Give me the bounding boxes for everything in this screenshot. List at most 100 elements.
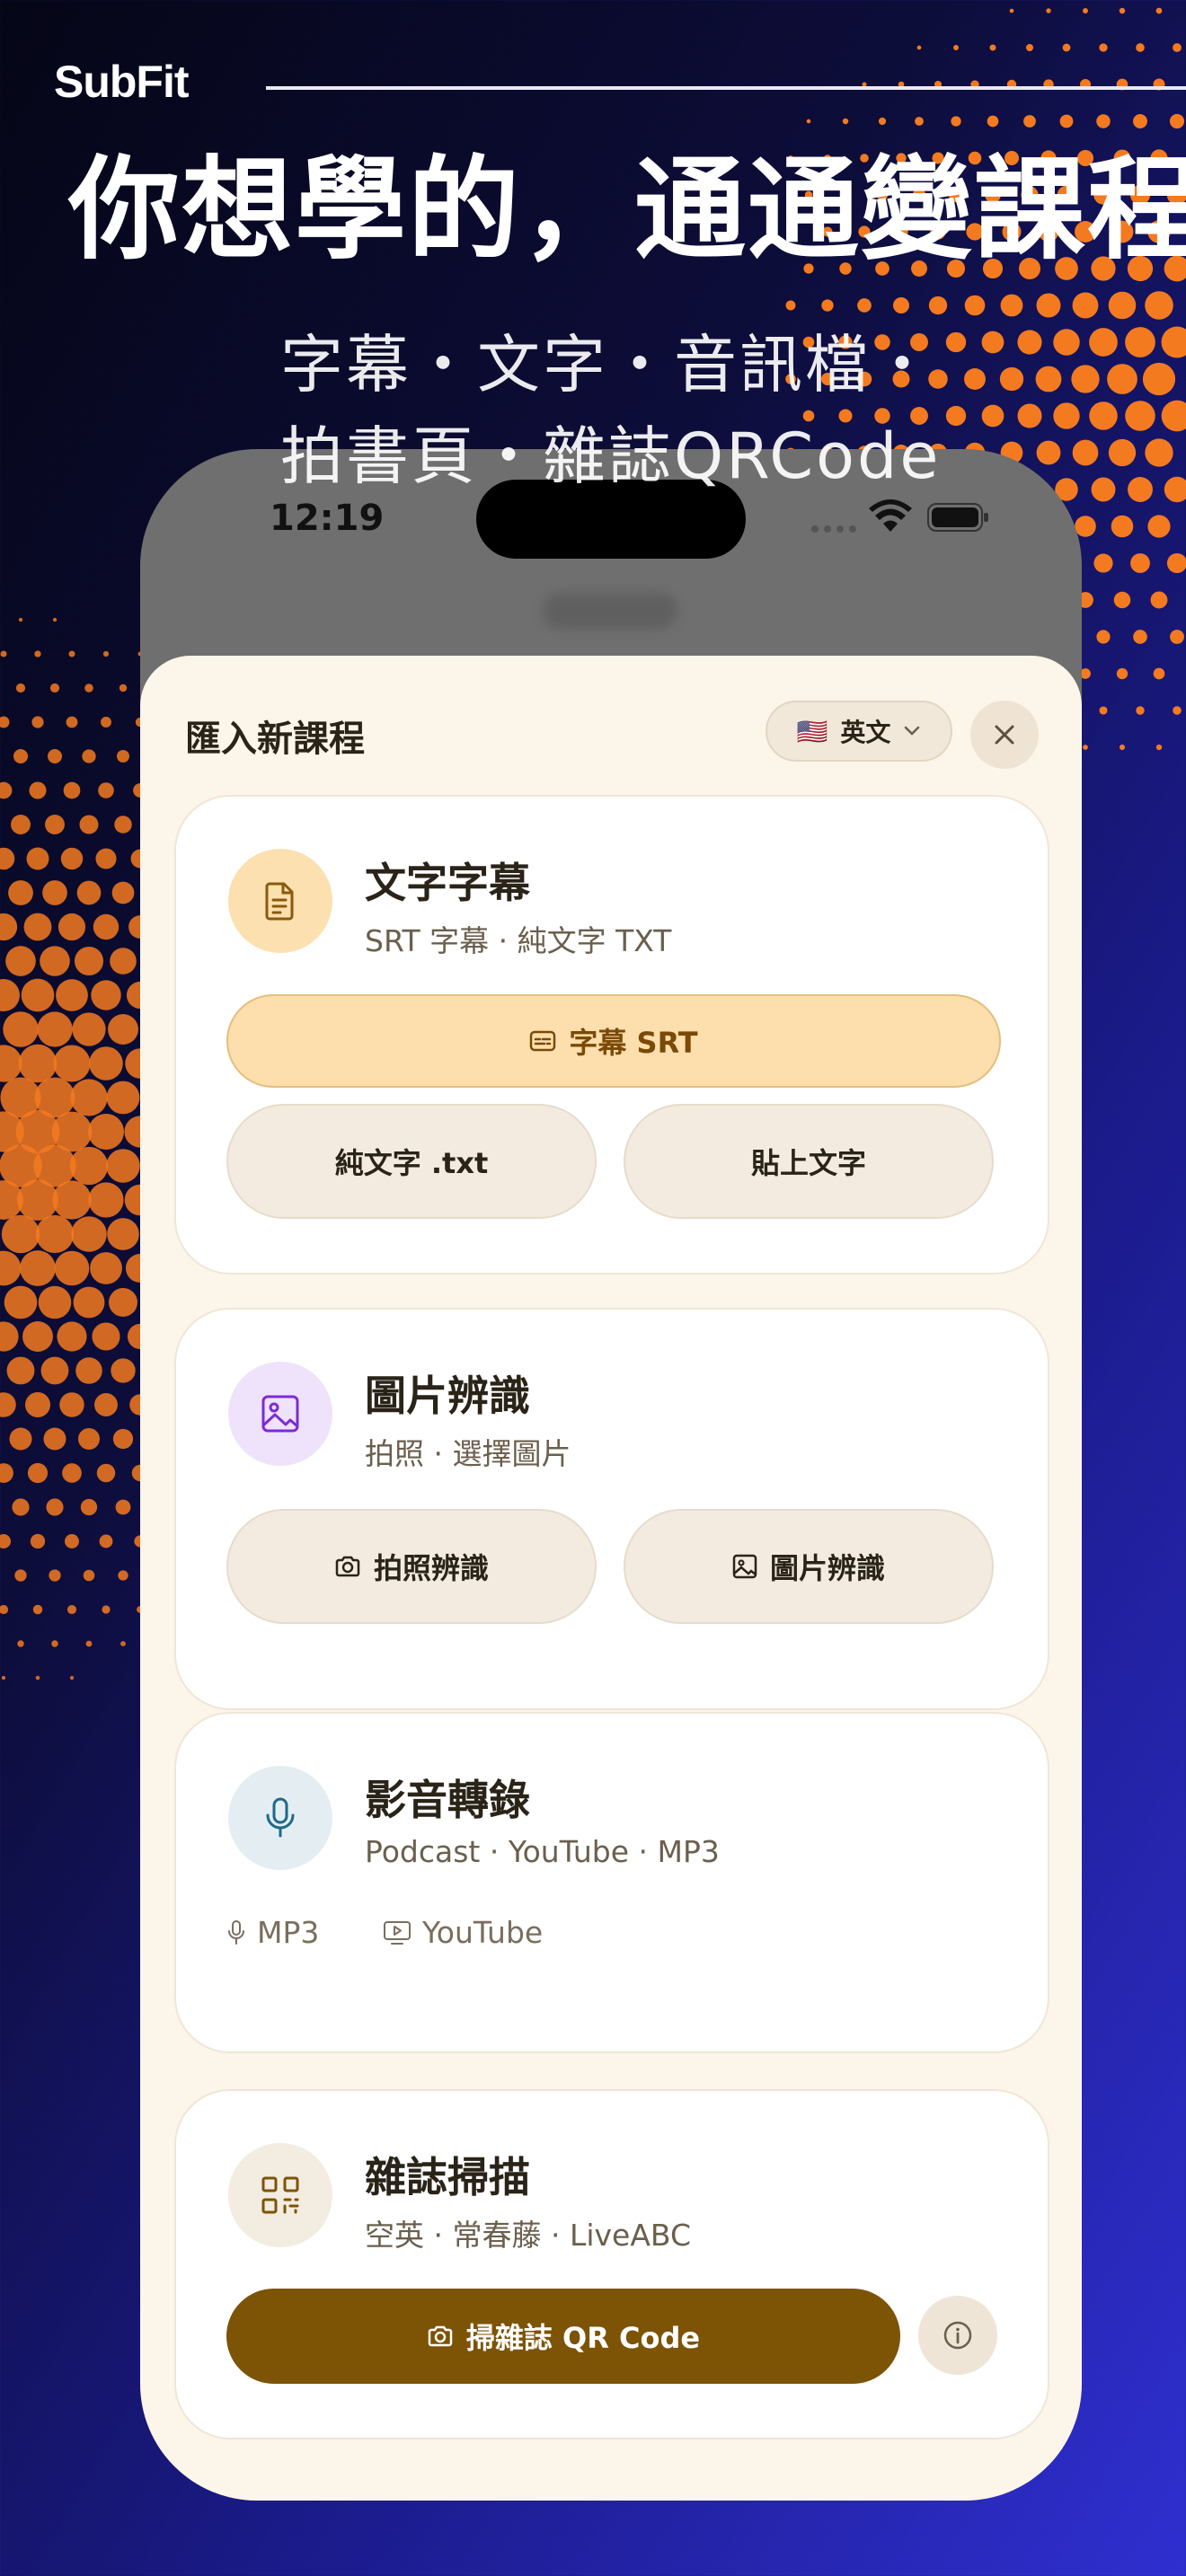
decorative-dot	[1046, 8, 1051, 13]
image-icon	[228, 1362, 332, 1466]
picture-icon	[732, 1554, 757, 1579]
decorative-dot	[40, 946, 70, 976]
decorative-dot	[101, 717, 111, 728]
decorative-dot	[35, 1675, 40, 1681]
decorative-dot	[0, 716, 10, 728]
decorative-dot	[89, 1046, 123, 1081]
txt-import-button[interactable]: 純文字 .txt	[226, 1104, 597, 1219]
decorative-dot	[806, 119, 811, 124]
decorative-dot	[23, 913, 52, 941]
decorative-dot	[102, 650, 110, 657]
decorative-dot	[56, 979, 88, 1011]
decorative-dot	[32, 1604, 43, 1615]
card-media-transcription[interactable]: 影音轉錄 Podcast · YouTube · MP3 MP3 YouTube	[174, 1712, 1049, 2053]
decorative-dot	[1116, 667, 1128, 680]
camera-recognize-button[interactable]: 拍照辨識	[226, 1509, 597, 1624]
decorative-dot	[1093, 553, 1113, 573]
decorative-dot	[93, 913, 119, 940]
decorative-dot	[52, 1180, 92, 1220]
app-logo: SubFit	[54, 57, 190, 107]
language-label: 英文	[840, 718, 891, 747]
decorative-dot	[1125, 401, 1155, 431]
decorative-dot	[1142, 362, 1176, 396]
decorative-dot	[72, 1012, 106, 1046]
decorative-dot	[90, 1252, 122, 1284]
decorative-dot	[1133, 114, 1147, 128]
decorative-dot	[0, 1045, 22, 1082]
video-icon	[384, 1920, 411, 1945]
decorative-dot	[109, 1288, 137, 1317]
decorative-dot	[58, 913, 86, 941]
camera-button-label: 拍照辨識	[373, 1551, 489, 1585]
language-selector[interactable]: 🇺🇸 英文	[766, 701, 952, 762]
decorative-dot	[83, 1569, 95, 1582]
decorative-dot	[24, 1391, 51, 1418]
decorative-dot	[1136, 706, 1145, 715]
decorative-dot	[0, 1180, 23, 1220]
decorative-dot	[52, 617, 58, 622]
decorative-dot	[1017, 330, 1042, 355]
decorative-dot	[1170, 630, 1184, 644]
phone-mockup: 12:19 匯入新課程 🇺🇸 英文 文字字幕 SRT 字幕 · 純文字 TXT	[140, 449, 1082, 2501]
decorative-dot	[47, 748, 63, 764]
decorative-dot	[821, 299, 834, 312]
scan-qr-button[interactable]: 掃雜誌 QR Code	[226, 2289, 900, 2384]
subline-1: 字幕・文字・音訊檔・	[280, 328, 936, 401]
microphone-icon	[228, 1766, 332, 1870]
decorative-dot	[82, 749, 96, 763]
subline-2: 拍書頁・雜誌QRCode	[280, 419, 942, 493]
decorative-dot	[27, 1462, 49, 1484]
gallery-recognize-button[interactable]: 圖片辨識	[624, 1509, 994, 1624]
decorative-dot	[0, 1392, 16, 1417]
decorative-dot	[4, 1285, 38, 1319]
decorative-dot	[30, 1533, 46, 1549]
srt-button-label: 字幕 SRT	[569, 1026, 698, 1060]
decorative-dot	[31, 716, 44, 728]
decorative-dot	[112, 1428, 134, 1450]
mp3-chip: MP3	[226, 1915, 319, 1950]
decorative-dot	[59, 1392, 84, 1417]
decorative-dot	[1089, 328, 1118, 357]
decorative-dot	[1099, 706, 1108, 715]
decorative-dot	[0, 1111, 24, 1152]
decorative-dot	[0, 1534, 11, 1548]
decorative-dot	[1099, 43, 1108, 52]
card-image-recognition: 圖片辨識 拍照 · 選擇圖片 拍照辨識 圖片辨識	[174, 1308, 1049, 1710]
decorative-dot	[84, 684, 93, 693]
decorative-dot	[73, 1286, 105, 1319]
decorative-dot	[1147, 515, 1171, 538]
decorative-dot	[0, 1321, 19, 1352]
decorative-dot	[9, 1427, 32, 1451]
decorative-dot	[945, 331, 967, 353]
decorative-dot	[0, 1077, 41, 1118]
close-button[interactable]	[970, 701, 1039, 769]
decorative-dot	[915, 117, 924, 126]
decorative-dot	[1009, 8, 1014, 13]
paste-text-button[interactable]: 貼上文字	[624, 1104, 994, 1219]
decorative-dot	[106, 1149, 140, 1183]
decorative-dot	[1111, 515, 1134, 538]
sheet-title: 匯入新課程	[185, 719, 365, 760]
decorative-dot	[29, 781, 47, 799]
subtitles-icon	[530, 1030, 556, 1052]
info-button[interactable]	[918, 2296, 997, 2375]
decorative-dot	[45, 815, 65, 834]
decorative-dot	[1145, 438, 1173, 467]
decorative-dot	[1164, 476, 1186, 503]
decorative-dot	[120, 1641, 126, 1646]
decorative-dot	[68, 650, 75, 657]
decorative-dot	[1150, 591, 1168, 609]
decorative-dot	[1136, 43, 1145, 52]
decorative-dot	[1053, 329, 1080, 356]
decorative-dot	[1000, 294, 1023, 317]
srt-import-button[interactable]: 字幕 SRT	[226, 994, 1001, 1088]
decorative-dot	[12, 1498, 30, 1516]
decorative-dot	[107, 1218, 139, 1250]
decorative-dot	[1036, 440, 1061, 465]
decorative-dot	[964, 295, 986, 316]
decorative-dot	[0, 650, 7, 657]
decorative-dot	[1108, 438, 1137, 467]
headline: 你想學的，通通變課程	[68, 146, 1186, 275]
youtube-chip: YouTube	[383, 1915, 543, 1950]
decorative-dot	[1072, 439, 1099, 466]
